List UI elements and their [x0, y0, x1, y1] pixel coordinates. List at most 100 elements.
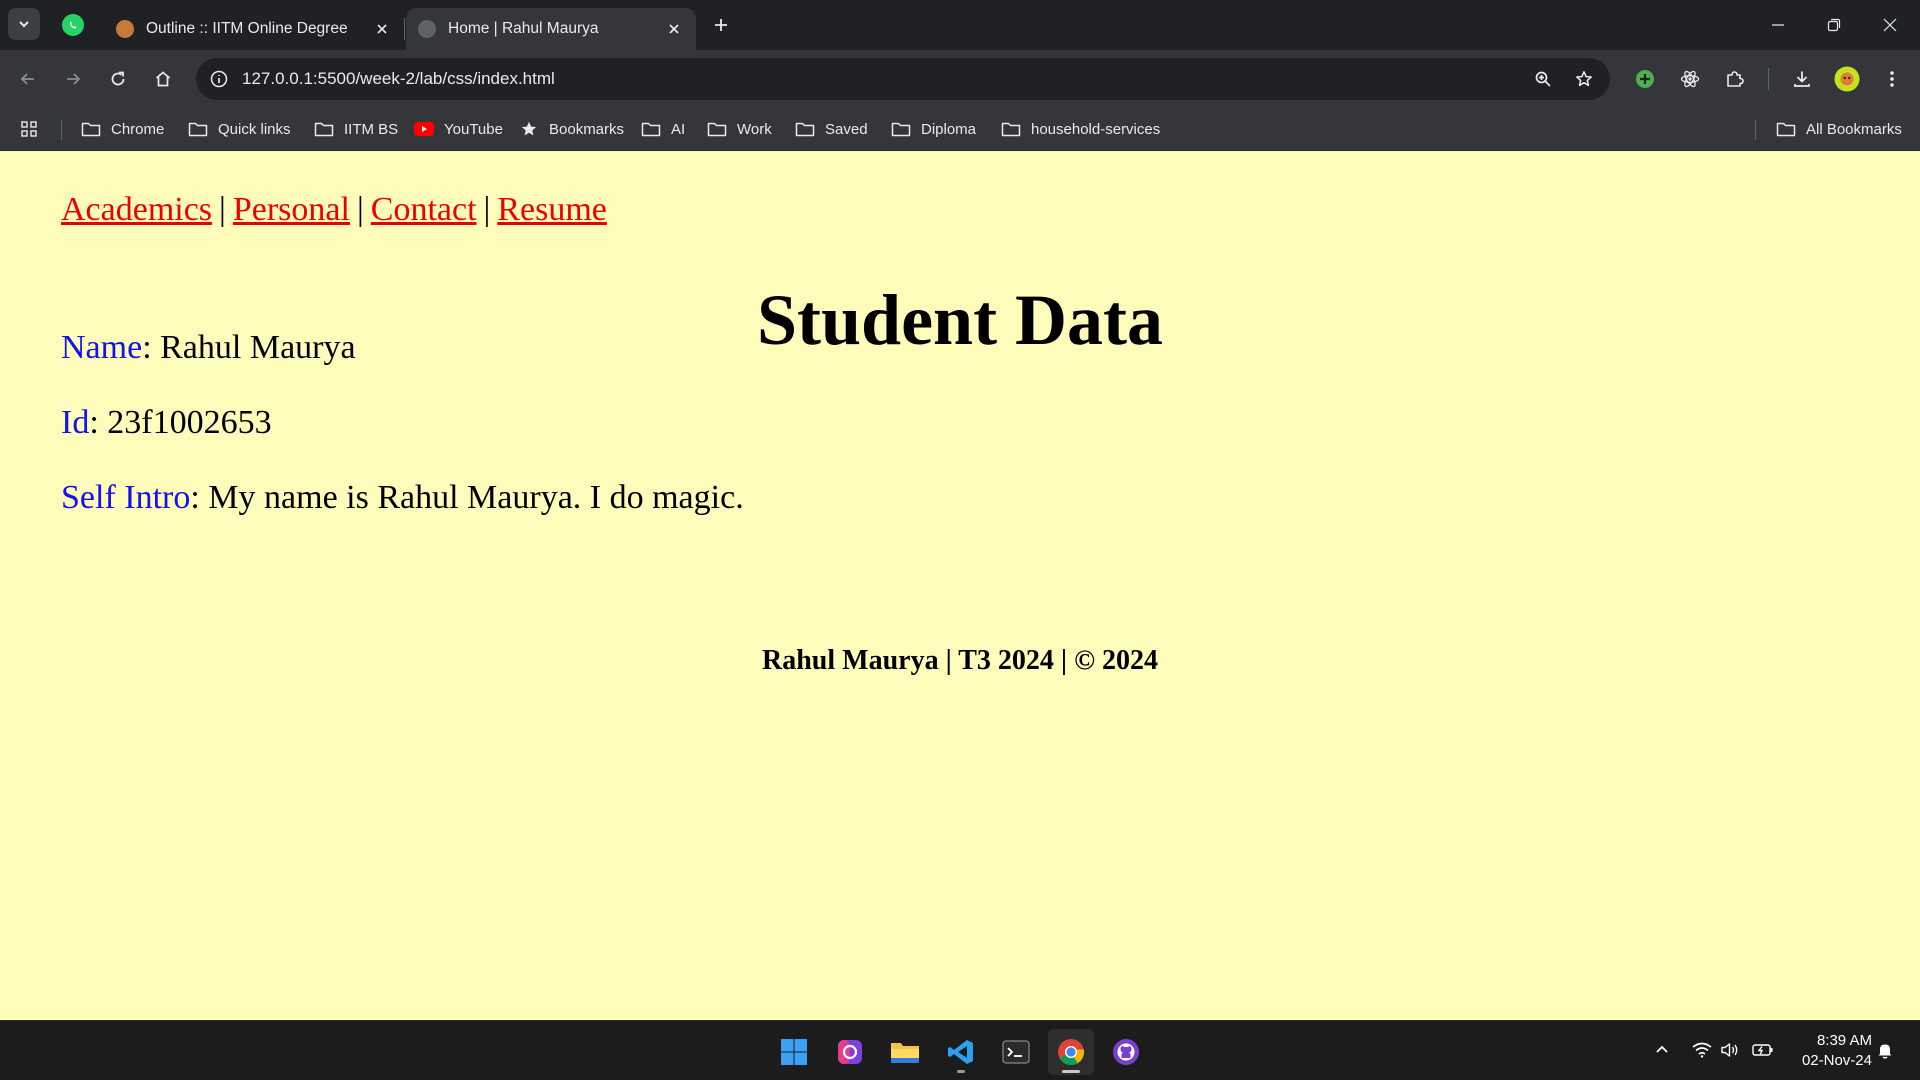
folder-icon — [188, 121, 208, 137]
forward-button[interactable] — [57, 63, 89, 95]
home-button[interactable] — [147, 63, 179, 95]
wifi-icon — [1692, 1042, 1712, 1058]
forward-arrow-icon — [67, 73, 81, 85]
iitm-favicon-icon — [116, 20, 134, 38]
tab-home[interactable]: Home | Rahul Maurya — [406, 8, 696, 50]
toolbar-divider — [1768, 68, 1769, 90]
bookmark-quick-links[interactable]: Quick links — [188, 108, 291, 150]
restore-button[interactable] — [1806, 0, 1862, 50]
extension-react-button[interactable] — [1674, 63, 1706, 95]
bookmark-iitm-bs[interactable]: IITM BS — [314, 108, 398, 150]
zoom-button[interactable] — [1528, 64, 1558, 94]
network-button[interactable] — [1691, 1039, 1713, 1061]
terminal-icon — [1002, 1040, 1030, 1064]
taskbar-app-github-desktop[interactable] — [1103, 1029, 1149, 1075]
bookmark-label: Saved — [825, 120, 868, 138]
reload-button[interactable] — [102, 63, 134, 95]
file-explorer-icon — [891, 1043, 919, 1063]
taskbar-clock[interactable]: 8:39 AM 02-Nov-24 — [1782, 1031, 1872, 1071]
vscode-icon — [948, 1040, 973, 1064]
youtube-icon — [414, 121, 434, 137]
folder-icon — [81, 121, 101, 137]
start-button[interactable] — [771, 1029, 817, 1075]
tab-close-button[interactable] — [664, 19, 684, 39]
volume-button[interactable] — [1719, 1039, 1741, 1061]
downloads-button[interactable] — [1786, 63, 1818, 95]
folder-icon — [1776, 121, 1796, 137]
nav-link-contact[interactable]: Contact — [371, 191, 477, 228]
field-value: : 23f1002653 — [89, 404, 272, 441]
site-nav: Academics | Personal | Contact | Resume — [61, 191, 607, 229]
puzzle-piece-icon — [1727, 71, 1744, 87]
windows-logo-icon — [781, 1039, 807, 1065]
new-tab-button[interactable] — [708, 12, 734, 38]
address-text[interactable]: 127.0.0.1:5500/week-2/lab/css/index.html — [242, 58, 555, 100]
reload-icon — [111, 71, 125, 86]
windows-taskbar: 8:39 AM 02-Nov-24 — [0, 1020, 1920, 1080]
bookmark-bookmarks[interactable]: Bookmarks — [519, 108, 624, 150]
back-arrow-icon — [20, 73, 34, 85]
bookmark-label: IITM BS — [344, 120, 399, 138]
bookmark-diploma[interactable]: Diploma — [891, 108, 976, 150]
chrome-menu-button[interactable] — [1876, 63, 1908, 95]
show-hidden-icons-button[interactable] — [1651, 1039, 1673, 1061]
bookmark-work[interactable]: Work — [707, 108, 772, 150]
extension-green-button[interactable] — [1629, 63, 1661, 95]
nav-link-personal[interactable]: Personal — [233, 191, 350, 228]
bookmark-youtube[interactable]: YouTube — [414, 108, 503, 150]
extensions-button[interactable] — [1719, 63, 1751, 95]
close-icon — [377, 24, 387, 34]
field-id: Id: 23f1002653 — [61, 404, 272, 442]
all-bookmarks-label: All Bookmarks — [1806, 120, 1902, 138]
apps-grid-icon — [21, 121, 37, 137]
taskbar-app-file-explorer[interactable] — [882, 1029, 928, 1075]
more-vertical-icon — [1890, 71, 1894, 87]
bookmark-star-button[interactable] — [1569, 64, 1599, 94]
profile-button[interactable] — [1831, 63, 1863, 95]
taskbar-app-vscode[interactable] — [938, 1029, 984, 1075]
bookmarks-divider — [1755, 120, 1756, 140]
tab-title: Home | Rahul Maurya — [448, 20, 599, 37]
back-button[interactable] — [12, 63, 44, 95]
nav-link-academics[interactable]: Academics — [61, 191, 212, 228]
bookmark-label: Diploma — [921, 120, 977, 138]
close-icon — [669, 24, 679, 34]
all-bookmarks-button[interactable]: All Bookmarks — [1776, 108, 1902, 150]
bookmark-chrome[interactable]: Chrome — [81, 108, 164, 150]
apps-button[interactable] — [20, 108, 38, 150]
close-window-button[interactable] — [1862, 0, 1918, 50]
whatsapp-pinned-tab[interactable] — [62, 14, 84, 36]
folder-icon — [1001, 121, 1021, 137]
battery-charging-icon — [1752, 1044, 1773, 1056]
nav-separator: | — [483, 191, 491, 228]
whatsapp-icon — [70, 21, 77, 29]
avatar — [1834, 66, 1860, 92]
download-icon — [1794, 71, 1810, 87]
tab-outline[interactable]: Outline :: IITM Online Degree — [104, 8, 404, 50]
field-value: : Rahul Maurya — [142, 329, 356, 366]
bookmark-household-services[interactable]: household-services — [1001, 108, 1160, 150]
bookmark-label: household-services — [1031, 120, 1161, 138]
bookmark-label: Bookmarks — [549, 120, 625, 138]
field-value: : My name is Rahul Maurya. I do magic. — [190, 479, 744, 516]
clock-date: 02-Nov-24 — [1801, 1052, 1872, 1069]
taskbar-app-chrome[interactable] — [1048, 1029, 1094, 1075]
tab-search-button[interactable] — [8, 8, 40, 40]
battery-button[interactable] — [1752, 1039, 1774, 1061]
address-bar[interactable]: 127.0.0.1:5500/week-2/lab/css/index.html — [196, 58, 1610, 100]
notifications-button[interactable] — [1874, 1039, 1896, 1061]
tab-close-button[interactable] — [372, 19, 392, 39]
tab-divider — [404, 18, 405, 40]
bookmark-label: AI — [671, 120, 686, 138]
taskbar-app-terminal[interactable] — [993, 1029, 1039, 1075]
taskbar-app-copilot[interactable] — [827, 1029, 873, 1075]
nav-link-resume[interactable]: Resume — [497, 191, 607, 228]
site-info-button[interactable] — [204, 64, 234, 94]
bookmark-saved[interactable]: Saved — [795, 108, 868, 150]
info-icon — [210, 70, 228, 88]
field-label: Self Intro — [61, 479, 191, 516]
bookmark-ai[interactable]: AI — [641, 108, 685, 150]
field-name: Name: Rahul Maurya — [61, 329, 356, 367]
star-icon — [519, 121, 539, 137]
minimize-button[interactable] — [1750, 0, 1806, 50]
